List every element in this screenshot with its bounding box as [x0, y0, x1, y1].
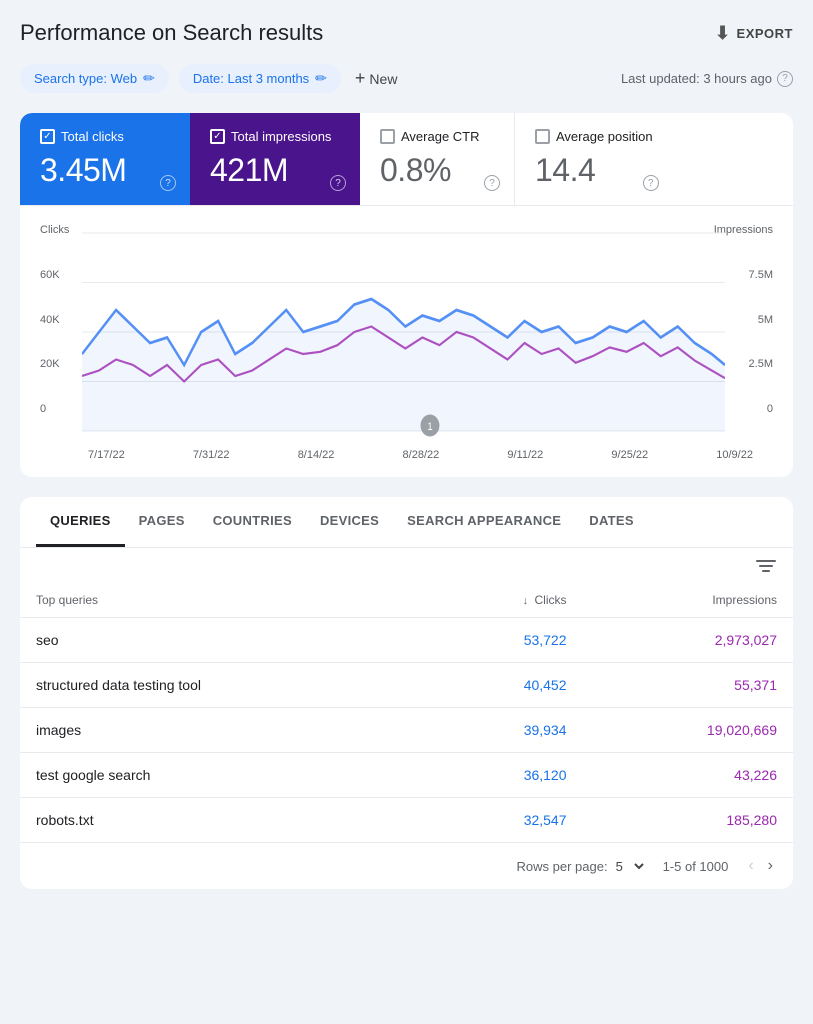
export-button[interactable]: ⬇ EXPORT — [715, 23, 793, 44]
tabs-row: QUERIES PAGES COUNTRIES DEVICES SEARCH A… — [20, 497, 793, 548]
tabs-table-card: QUERIES PAGES COUNTRIES DEVICES SEARCH A… — [20, 497, 793, 889]
prev-page-button[interactable]: ‹ — [744, 855, 757, 877]
query-cell: structured data testing tool — [20, 663, 426, 708]
chart-area: Clicks 60K 40K 20K 0 — [20, 206, 793, 477]
avg-ctr-metric: Average CTR 0.8% ? — [360, 113, 515, 205]
avg-position-metric: Average position 14.4 ? — [515, 113, 673, 205]
metrics-row: Total clicks 3.45M ? Total impressions 4… — [20, 113, 793, 206]
rows-per-page: Rows per page: 5 10 25 — [517, 858, 647, 875]
table-toolbar — [20, 548, 793, 583]
avg-position-value: 14.4 — [535, 152, 653, 189]
table-row: seo 53,722 2,973,027 — [20, 618, 793, 663]
clicks-checkbox[interactable] — [40, 129, 55, 144]
clicks-cell: 40,452 — [426, 663, 582, 708]
clicks-cell: 32,547 — [426, 798, 582, 843]
page-header: Performance on Search results ⬇ EXPORT — [20, 20, 793, 46]
total-clicks-label: Total clicks — [40, 129, 170, 144]
last-updated-text: Last updated: 3 hours ago ? — [621, 71, 793, 87]
avg-ctr-value: 0.8% — [380, 152, 494, 189]
table-filter-button[interactable] — [755, 558, 777, 579]
ctr-checkbox[interactable] — [380, 129, 395, 144]
total-clicks-metric: Total clicks 3.45M ? — [20, 113, 190, 205]
col-header-query: Top queries — [20, 583, 426, 618]
edit-icon: ✏ — [143, 70, 155, 87]
chart-card: Total clicks 3.45M ? Total impressions 4… — [20, 113, 793, 477]
position-checkbox[interactable] — [535, 129, 550, 144]
total-impressions-metric: Total impressions 421M ? — [190, 113, 360, 205]
pagination-row: Rows per page: 5 10 25 1-5 of 1000 ‹ › — [20, 842, 793, 889]
table-row: robots.txt 32,547 185,280 — [20, 798, 793, 843]
total-clicks-value: 3.45M — [40, 152, 170, 189]
clicks-cell: 36,120 — [426, 753, 582, 798]
impressions-cell: 185,280 — [583, 798, 793, 843]
search-type-filter[interactable]: Search type: Web ✏ — [20, 64, 169, 93]
plus-icon: + — [355, 68, 366, 89]
svg-text:1: 1 — [427, 421, 433, 433]
query-cell: images — [20, 708, 426, 753]
tab-queries[interactable]: QUERIES — [36, 497, 125, 547]
tab-dates[interactable]: DATES — [575, 497, 648, 547]
query-cell: test google search — [20, 753, 426, 798]
new-filter-button[interactable]: + New — [355, 68, 398, 89]
page-title: Performance on Search results — [20, 20, 323, 46]
help-icon[interactable]: ? — [777, 71, 793, 87]
ctr-help-icon[interactable]: ? — [484, 175, 500, 191]
clicks-cell: 39,934 — [426, 708, 582, 753]
table-row: test google search 36,120 43,226 — [20, 753, 793, 798]
export-icon: ⬇ — [715, 23, 731, 44]
col-header-impressions: Impressions — [583, 583, 793, 618]
rows-per-page-select[interactable]: 5 10 25 — [612, 858, 647, 875]
chart-svg: 1 — [82, 222, 725, 442]
query-cell: seo — [20, 618, 426, 663]
col-header-clicks[interactable]: ↓ Clicks — [426, 583, 582, 618]
avg-ctr-label: Average CTR — [380, 129, 494, 144]
sort-icon: ↓ — [523, 595, 529, 607]
filter-bar: Search type: Web ✏ Date: Last 3 months ✏… — [20, 64, 793, 93]
impressions-cell: 2,973,027 — [583, 618, 793, 663]
filter-icon — [755, 558, 777, 574]
y-axis-left-label: Clicks — [40, 224, 82, 236]
next-page-button[interactable]: › — [764, 855, 777, 877]
date-filter[interactable]: Date: Last 3 months ✏ — [179, 64, 341, 93]
impressions-cell: 43,226 — [583, 753, 793, 798]
edit-icon: ✏ — [315, 70, 327, 87]
total-impressions-value: 421M — [210, 152, 340, 189]
page-navigation: ‹ › — [744, 855, 777, 877]
tab-devices[interactable]: DEVICES — [306, 497, 393, 547]
x-axis-labels: 7/17/22 7/31/22 8/14/22 8/28/22 9/11/22 … — [40, 445, 773, 461]
queries-table: Top queries ↓ Clicks Impressions seo 53,… — [20, 583, 793, 842]
tab-search-appearance[interactable]: SEARCH APPEARANCE — [393, 497, 575, 547]
position-help-icon[interactable]: ? — [643, 175, 659, 191]
total-impressions-label: Total impressions — [210, 129, 340, 144]
table-row: structured data testing tool 40,452 55,3… — [20, 663, 793, 708]
table-row: images 39,934 19,020,669 — [20, 708, 793, 753]
tab-countries[interactable]: COUNTRIES — [199, 497, 306, 547]
avg-position-label: Average position — [535, 129, 653, 144]
query-cell: robots.txt — [20, 798, 426, 843]
pagination-info: 1-5 of 1000 — [663, 859, 729, 874]
tab-pages[interactable]: PAGES — [125, 497, 199, 547]
impressions-help-icon[interactable]: ? — [330, 175, 346, 191]
clicks-help-icon[interactable]: ? — [160, 175, 176, 191]
impressions-cell: 55,371 — [583, 663, 793, 708]
impressions-checkbox[interactable] — [210, 129, 225, 144]
impressions-cell: 19,020,669 — [583, 708, 793, 753]
clicks-cell: 53,722 — [426, 618, 582, 663]
